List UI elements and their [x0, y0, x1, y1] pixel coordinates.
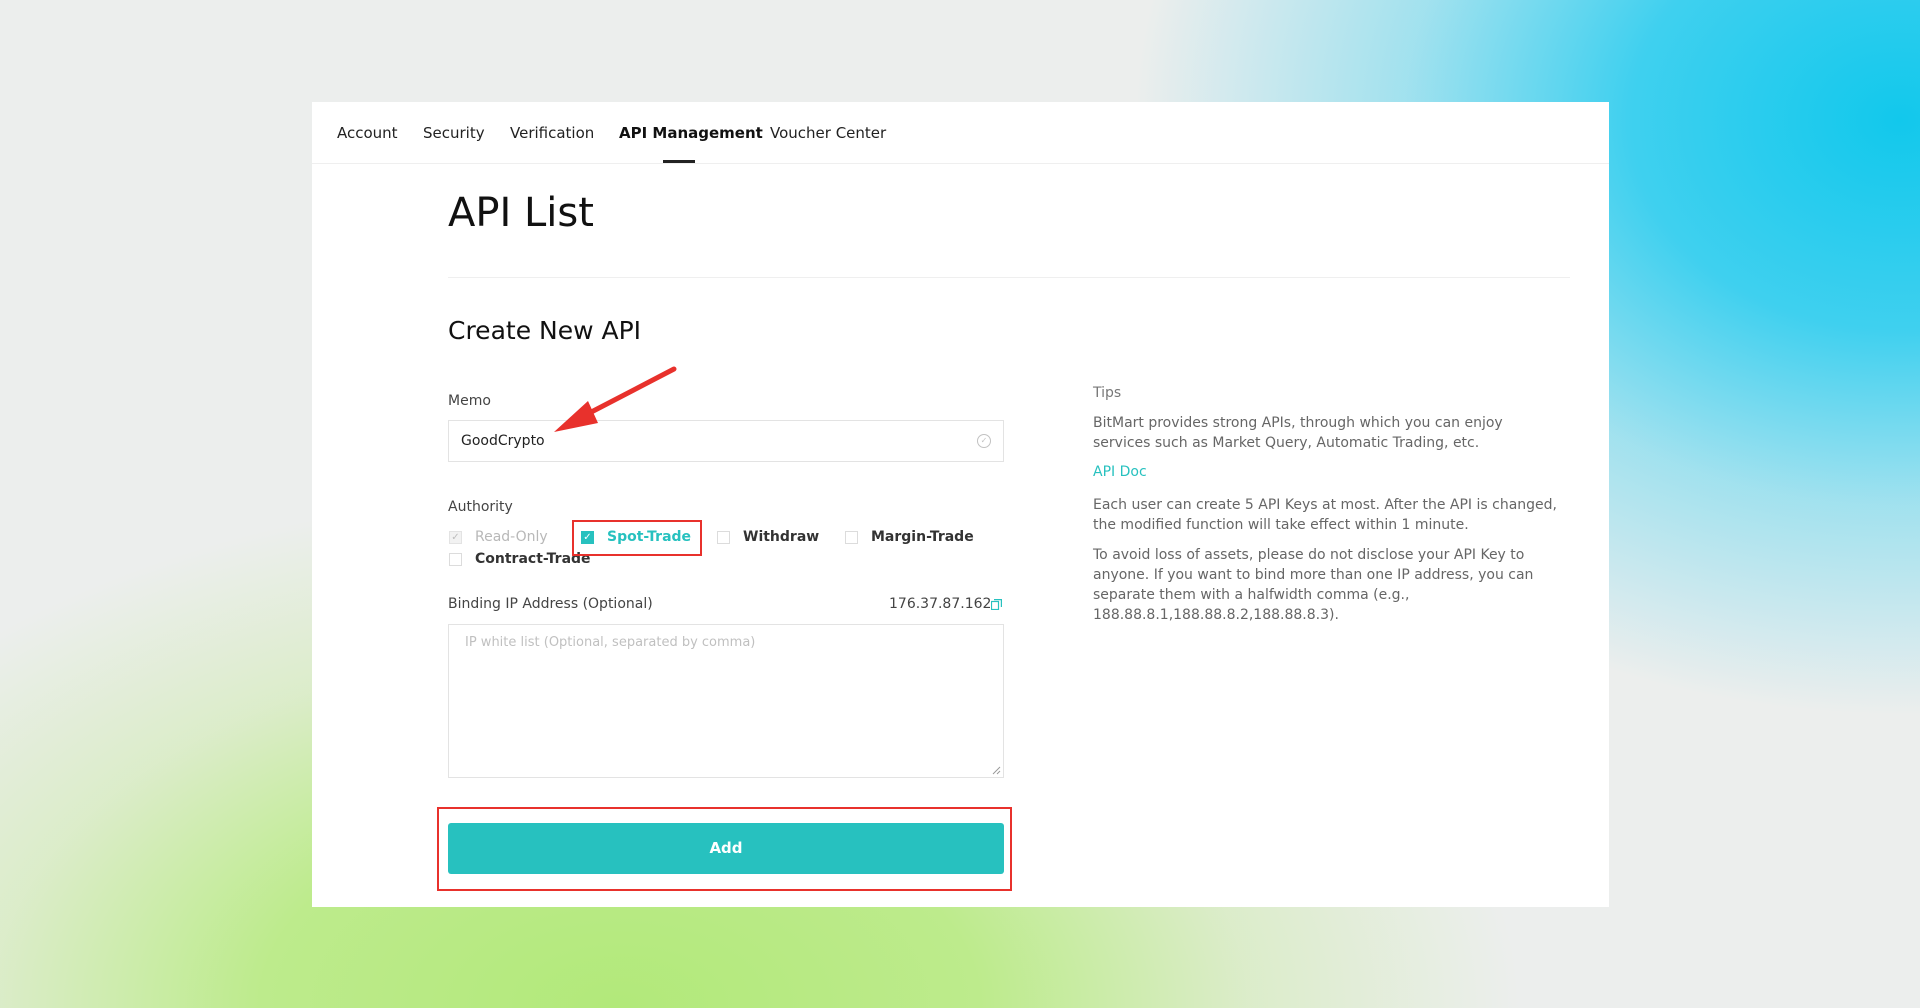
ip-label: Binding IP Address (Optional)	[448, 596, 653, 612]
title-divider	[448, 277, 1570, 278]
annotation-arrow-icon	[554, 366, 677, 432]
authority-label: Authority	[448, 499, 513, 515]
contract-trade-checkbox[interactable]	[449, 553, 462, 566]
margin-trade-checkbox[interactable]	[845, 531, 858, 544]
memo-input[interactable]: GoodCrypto ✓	[448, 420, 1004, 462]
ip-whitelist-textarea[interactable]: IP white list (Optional, separated by co…	[448, 624, 1004, 778]
ip-whitelist-placeholder: IP white list (Optional, separated by co…	[465, 635, 756, 650]
nav-active-indicator	[663, 160, 695, 163]
read-only-checkbox: ✓	[449, 531, 462, 544]
copy-icon[interactable]	[991, 599, 1002, 610]
read-only-label: Read-Only	[475, 529, 548, 545]
withdraw-label[interactable]: Withdraw	[743, 529, 819, 545]
nav-item-verification[interactable]: Verification	[510, 124, 594, 142]
nav-item-api-management[interactable]: API Management	[619, 124, 763, 142]
nav-item-account[interactable]: Account	[337, 124, 398, 142]
nav-item-security[interactable]: Security	[423, 124, 485, 142]
spot-trade-highlight-box	[572, 520, 702, 556]
margin-trade-label[interactable]: Margin-Trade	[871, 529, 974, 545]
top-nav: Account Security Verification API Manage…	[312, 102, 1609, 164]
nav-item-voucher-center[interactable]: Voucher Center	[770, 124, 886, 142]
tips-title: Tips	[1093, 385, 1122, 401]
tips-line-2: Each user can create 5 API Keys at most.…	[1093, 497, 1557, 533]
resize-handle-icon[interactable]	[991, 765, 1001, 775]
page-title: API List	[448, 190, 594, 236]
memo-label: Memo	[448, 393, 491, 409]
withdraw-checkbox[interactable]	[717, 531, 730, 544]
section-title: Create New API	[448, 316, 642, 345]
memo-input-value: GoodCrypto	[461, 433, 545, 449]
tips-line-1: BitMart provides strong APIs, through wh…	[1093, 415, 1503, 451]
valid-check-icon: ✓	[977, 434, 991, 448]
current-ip-value: 176.37.87.162	[889, 596, 992, 612]
api-doc-link[interactable]: API Doc	[1093, 464, 1147, 480]
tips-line-3: To avoid loss of assets, please do not d…	[1093, 547, 1534, 623]
add-button-highlight-box	[437, 807, 1012, 891]
settings-panel: Account Security Verification API Manage…	[312, 102, 1609, 907]
